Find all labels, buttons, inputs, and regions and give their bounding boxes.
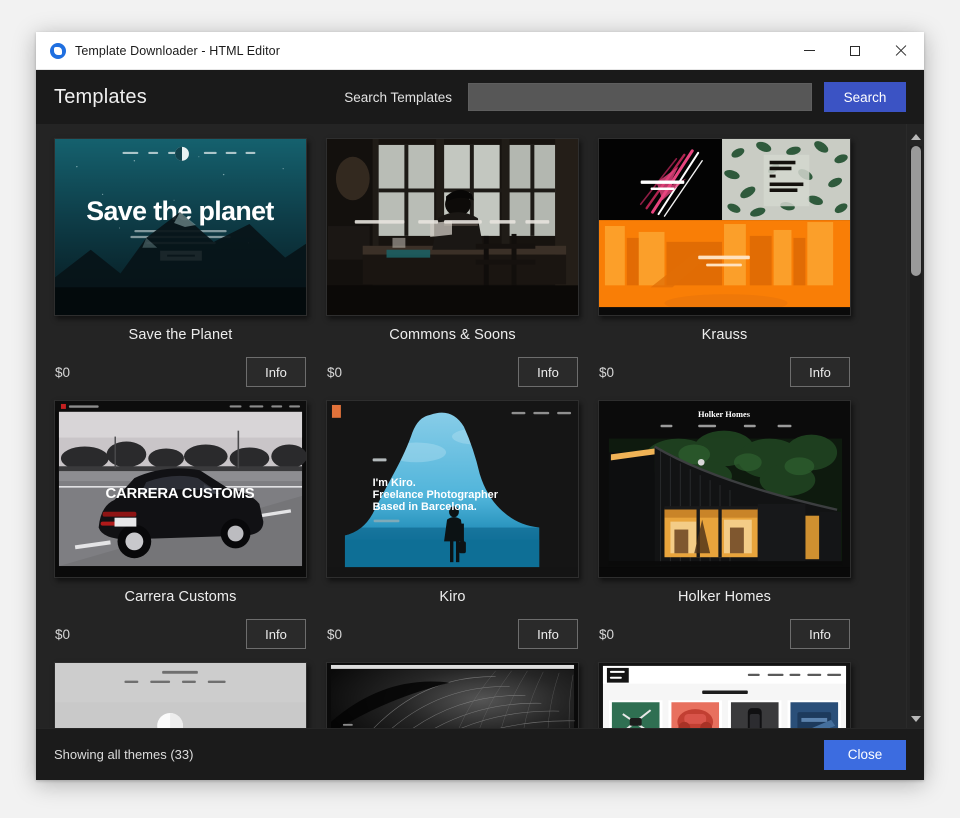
window-title: Template Downloader - HTML Editor bbox=[75, 43, 280, 58]
template-price: $0 bbox=[599, 364, 615, 380]
template-price: $0 bbox=[55, 626, 71, 642]
card-footer: $0 Info bbox=[326, 605, 579, 653]
templates-scroll-region[interactable]: Save the planet Save the Planet $0 Info … bbox=[36, 124, 906, 728]
template-card[interactable]: CARRERA CUSTOMS Carrera Customs $0 Info bbox=[54, 400, 307, 653]
template-card-grid: Save the planet Save the Planet $0 Info … bbox=[54, 138, 892, 728]
template-card[interactable] bbox=[54, 662, 307, 728]
svg-text:Based in Barcelona.: Based in Barcelona. bbox=[373, 501, 477, 513]
template-card-title: Holker Homes bbox=[677, 589, 772, 605]
chevron-down-icon bbox=[910, 716, 921, 722]
light-minimal-thumbnail[interactable] bbox=[54, 662, 307, 728]
minimize-button[interactable] bbox=[786, 32, 832, 69]
template-card-title: Krauss bbox=[701, 327, 748, 343]
close-window-button[interactable] bbox=[878, 32, 924, 69]
maximize-button[interactable] bbox=[832, 32, 878, 69]
commons-and-soons-thumbnail[interactable] bbox=[326, 138, 579, 316]
svg-text:Freelance Photographer: Freelance Photographer bbox=[373, 489, 499, 501]
template-price: $0 bbox=[327, 364, 343, 380]
close-dialog-button[interactable]: Close bbox=[824, 739, 906, 770]
template-card[interactable]: Krauss $0 Info bbox=[598, 138, 851, 391]
app-logo-icon bbox=[50, 42, 66, 59]
ecommerce-shop-thumbnail[interactable] bbox=[598, 662, 851, 728]
svg-text:Holker Homes: Holker Homes bbox=[698, 410, 751, 419]
info-button[interactable]: Info bbox=[518, 357, 578, 387]
scroll-up-button[interactable] bbox=[909, 130, 923, 144]
card-footer: $0 Info bbox=[54, 605, 307, 653]
title-bar: Template Downloader - HTML Editor bbox=[36, 32, 924, 70]
info-button[interactable]: Info bbox=[246, 619, 306, 649]
search-label: Search Templates bbox=[344, 89, 452, 105]
minimize-icon bbox=[803, 50, 815, 51]
info-button[interactable]: Info bbox=[790, 357, 850, 387]
close-icon bbox=[895, 45, 907, 57]
vertical-scrollbar[interactable] bbox=[906, 124, 924, 728]
info-button[interactable]: Info bbox=[518, 619, 578, 649]
template-card[interactable]: I'm Kiro. Freelance Photographer Based i… bbox=[326, 400, 579, 653]
flux-thumbnail[interactable]: FLUX bbox=[326, 662, 579, 728]
chevron-up-icon bbox=[910, 134, 921, 140]
carrera-customs-thumbnail[interactable]: CARRERA CUSTOMS bbox=[54, 400, 307, 578]
svg-text:I'm Kiro.: I'm Kiro. bbox=[373, 477, 416, 489]
status-text: Showing all themes (33) bbox=[54, 747, 194, 762]
template-card[interactable]: Save the planet Save the Planet $0 Info bbox=[54, 138, 307, 391]
holker-homes-thumbnail[interactable]: Holker Homes bbox=[598, 400, 851, 578]
search-button[interactable]: Search bbox=[824, 82, 906, 112]
template-card[interactable]: Holker Homes Holker Homes $0 Info bbox=[598, 400, 851, 653]
template-card-title: Commons & Soons bbox=[389, 327, 516, 343]
card-footer: $0 Info bbox=[598, 343, 851, 391]
template-card-title: Kiro bbox=[439, 589, 466, 605]
template-card-title: Save the Planet bbox=[128, 327, 233, 343]
maximize-icon bbox=[850, 45, 860, 56]
scrollbar-thumb[interactable] bbox=[910, 146, 921, 276]
card-footer: $0 Info bbox=[598, 605, 851, 653]
header-bar: Templates Search Templates Search bbox=[36, 70, 924, 124]
page-title: Templates bbox=[54, 85, 147, 108]
info-button[interactable]: Info bbox=[790, 619, 850, 649]
scroll-down-button[interactable] bbox=[909, 712, 923, 726]
template-price: $0 bbox=[55, 364, 71, 380]
template-card[interactable] bbox=[598, 662, 851, 728]
card-footer: $0 Info bbox=[326, 343, 579, 391]
search-input[interactable] bbox=[468, 83, 812, 111]
template-card[interactable]: Commons & Soons $0 Info bbox=[326, 138, 579, 391]
info-button[interactable]: Info bbox=[246, 357, 306, 387]
template-price: $0 bbox=[599, 626, 615, 642]
scrollbar-track[interactable] bbox=[909, 146, 922, 710]
template-card-title: Carrera Customs bbox=[124, 589, 237, 605]
window-controls bbox=[786, 32, 924, 69]
template-downloader-window: Template Downloader - HTML Editor Templa… bbox=[36, 32, 924, 780]
content-area: Save the planet Save the Planet $0 Info … bbox=[36, 124, 924, 728]
status-bar: Showing all themes (33) Close bbox=[36, 728, 924, 780]
template-price: $0 bbox=[327, 626, 343, 642]
template-card[interactable]: FLUX bbox=[326, 662, 579, 728]
card-footer: $0 Info bbox=[54, 343, 307, 391]
krauss-thumbnail[interactable] bbox=[598, 138, 851, 316]
save-the-planet-thumbnail[interactable]: Save the planet bbox=[54, 138, 307, 316]
svg-text:CARRERA CUSTOMS: CARRERA CUSTOMS bbox=[105, 486, 254, 502]
kiro-thumbnail[interactable]: I'm Kiro. Freelance Photographer Based i… bbox=[326, 400, 579, 578]
